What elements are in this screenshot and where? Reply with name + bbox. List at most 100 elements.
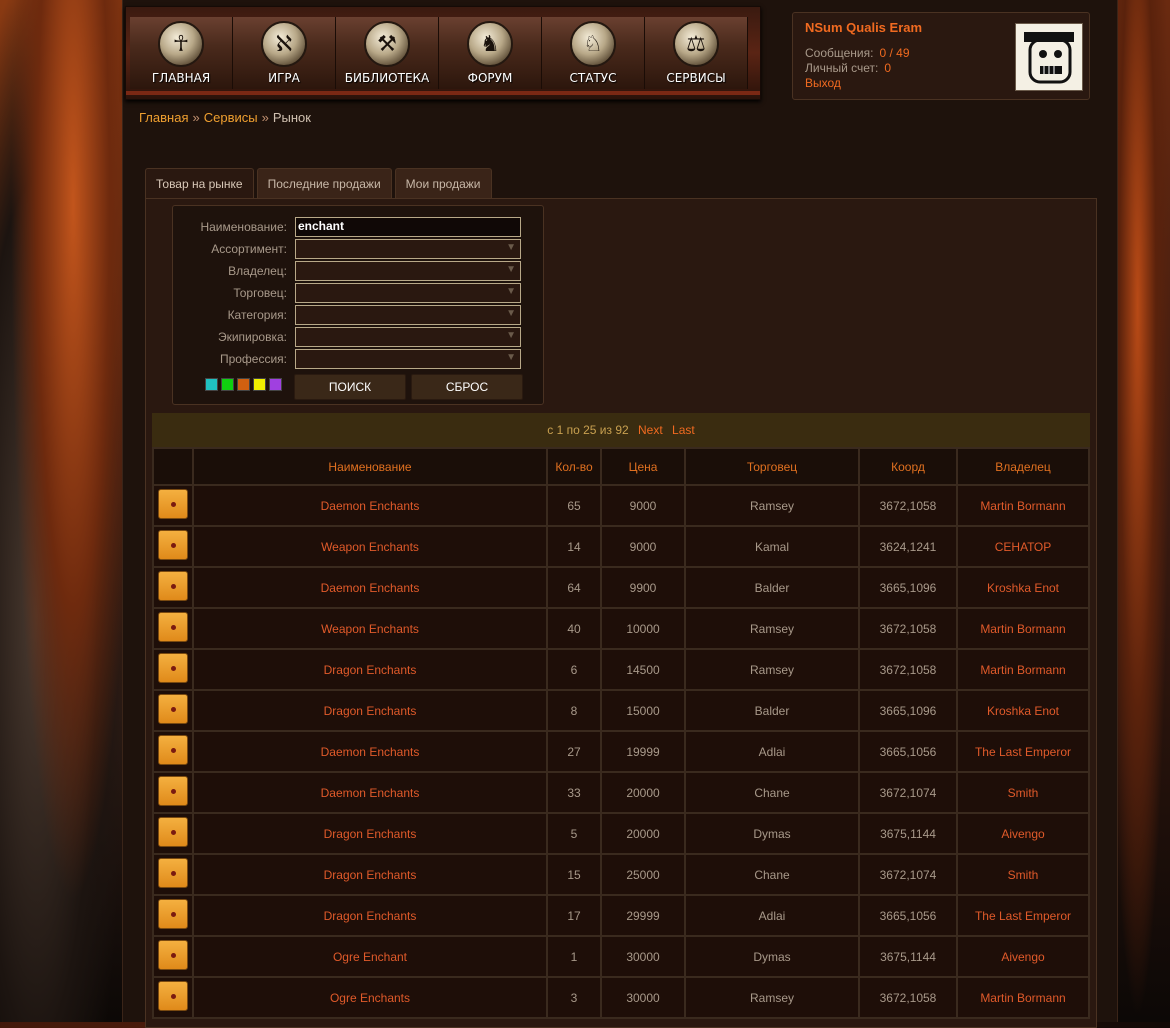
filter-select[interactable]: ▼ [295,305,521,325]
cell-name[interactable]: Ogre Enchant [192,935,548,978]
header-price[interactable]: Цена [600,447,686,486]
item-scroll-icon[interactable] [158,817,188,847]
logout-link[interactable]: Выход [805,76,841,90]
quality-swatch-0[interactable] [205,378,218,391]
cell-name[interactable]: Weapon Enchants [192,525,548,568]
cell-trader: Adlai [684,730,860,773]
filter-select[interactable]: ▼ [295,327,521,347]
header-trader[interactable]: Торговец [684,447,860,486]
table-row: Dragon Enchants 8 15000 Balder 3665,1096 Kros… [152,689,1090,732]
breadcrumb-services[interactable]: Сервисы [204,110,258,125]
cell-price: 20000 [600,812,686,855]
reset-button[interactable]: СБРОС [411,374,523,400]
cell-icon [152,607,194,650]
cell-icon [152,730,194,773]
cell-quantity: 33 [546,771,602,814]
tab-my-sales[interactable]: Мои продажи [394,168,492,199]
item-scroll-icon[interactable] [158,489,188,519]
quality-swatch-3[interactable] [253,378,266,391]
avatar-face-icon [1024,32,1074,84]
nav-item-0[interactable]: ☥ ГЛАВНАЯ [130,17,233,89]
tab-recent-sales[interactable]: Последние продажи [256,168,392,199]
item-scroll-icon[interactable] [158,981,188,1011]
anvil-icon: ⚒ [364,21,410,67]
cell-name[interactable]: Dragon Enchants [192,689,548,732]
cell-name[interactable]: Daemon Enchants [192,566,548,609]
nav-item-4[interactable]: ♘ СТАТУС [542,17,645,89]
cell-owner[interactable]: Smith [956,853,1090,896]
quality-swatch-2[interactable] [237,378,250,391]
cell-price: 14500 [600,648,686,691]
pagination-summary: с 1 по 25 из 92 [547,423,629,437]
table-row: Daemon Enchants 33 20000 Chane 3672,1074 Smit… [152,771,1090,814]
cell-name[interactable]: Daemon Enchants [192,484,548,527]
cell-owner[interactable]: The Last Emperor [956,894,1090,937]
cell-owner[interactable]: Kroshka Enot [956,689,1090,732]
item-scroll-icon[interactable] [158,530,188,560]
cell-owner[interactable]: Martin Bormann [956,607,1090,650]
breadcrumb-home[interactable]: Главная [139,110,188,125]
cell-name[interactable]: Weapon Enchants [192,607,548,650]
item-scroll-icon[interactable] [158,653,188,683]
username[interactable]: NSum Qualis Eram [805,20,922,35]
filter-select[interactable]: ▼ [295,261,521,281]
tab-market-goods[interactable]: Товар на рынке [145,168,254,199]
name-search-input[interactable]: enchant [295,217,521,237]
pagination-last[interactable]: Last [672,423,695,437]
cell-price: 25000 [600,853,686,896]
filter-select[interactable]: ▼ [295,239,521,259]
nav-item-3[interactable]: ♞ ФОРУМ [439,17,542,89]
cell-owner[interactable]: Martin Bormann [956,484,1090,527]
pagination: с 1 по 25 из 92 Next Last [152,413,1090,447]
cell-owner[interactable]: Aivengo [956,935,1090,978]
cell-owner[interactable]: Kroshka Enot [956,566,1090,609]
filter-label: Торговец: [233,286,287,300]
cell-owner[interactable]: Smith [956,771,1090,814]
avatar[interactable] [1015,23,1083,91]
quality-swatch-1[interactable] [221,378,234,391]
header-coords[interactable]: Коорд [858,447,958,486]
item-scroll-icon[interactable] [158,571,188,601]
item-scroll-icon[interactable] [158,899,188,929]
filter-select[interactable]: ▼ [295,349,521,369]
pagination-next[interactable]: Next [638,423,663,437]
nav-item-5[interactable]: ⚖ СЕРВИСЫ [645,17,748,89]
nav-item-2[interactable]: ⚒ БИБЛИОТЕКА [336,17,439,89]
cell-name[interactable]: Dragon Enchants [192,853,548,896]
cell-owner[interactable]: Martin Bormann [956,648,1090,691]
cell-icon [152,812,194,855]
item-scroll-icon[interactable] [158,612,188,642]
filter-form: ПОИСК СБРОС Наименование: enchant Ассортим… [172,205,544,405]
nav-item-1[interactable]: ℵ ИГРА [233,17,336,89]
account-value[interactable]: 0 [884,61,891,75]
cell-trader: Dymas [684,812,860,855]
item-scroll-icon[interactable] [158,694,188,724]
cell-name[interactable]: Dragon Enchants [192,894,548,937]
cell-name[interactable]: Daemon Enchants [192,771,548,814]
messages-value[interactable]: 0 / 49 [879,46,909,60]
cell-owner[interactable]: The Last Emperor [956,730,1090,773]
item-scroll-icon[interactable] [158,940,188,970]
cell-name[interactable]: Dragon Enchants [192,812,548,855]
cell-coords: 3624,1241 [858,525,958,568]
search-button[interactable]: ПОИСК [294,374,406,400]
cell-name[interactable]: Ogre Enchants [192,976,548,1019]
messages-label: Сообщения: [805,46,874,60]
cell-owner[interactable]: Martin Bormann [956,976,1090,1019]
item-scroll-icon[interactable] [158,858,188,888]
header-quantity[interactable]: Кол-во [546,447,602,486]
item-scroll-icon[interactable] [158,735,188,765]
chevron-down-icon: ▼ [506,242,516,253]
cell-name[interactable]: Daemon Enchants [192,730,548,773]
item-scroll-icon[interactable] [158,776,188,806]
cell-name[interactable]: Dragon Enchants [192,648,548,691]
cell-owner[interactable]: СЕНАТОР [956,525,1090,568]
breadcrumb: Главная» Сервисы» Рынок [139,110,311,125]
header-owner[interactable]: Владелец [956,447,1090,486]
header-name[interactable]: Наименование [192,447,548,486]
filter-select[interactable]: ▼ [295,283,521,303]
quality-swatch-4[interactable] [269,378,282,391]
cell-price: 19999 [600,730,686,773]
cell-owner[interactable]: Aivengo [956,812,1090,855]
cell-quantity: 40 [546,607,602,650]
